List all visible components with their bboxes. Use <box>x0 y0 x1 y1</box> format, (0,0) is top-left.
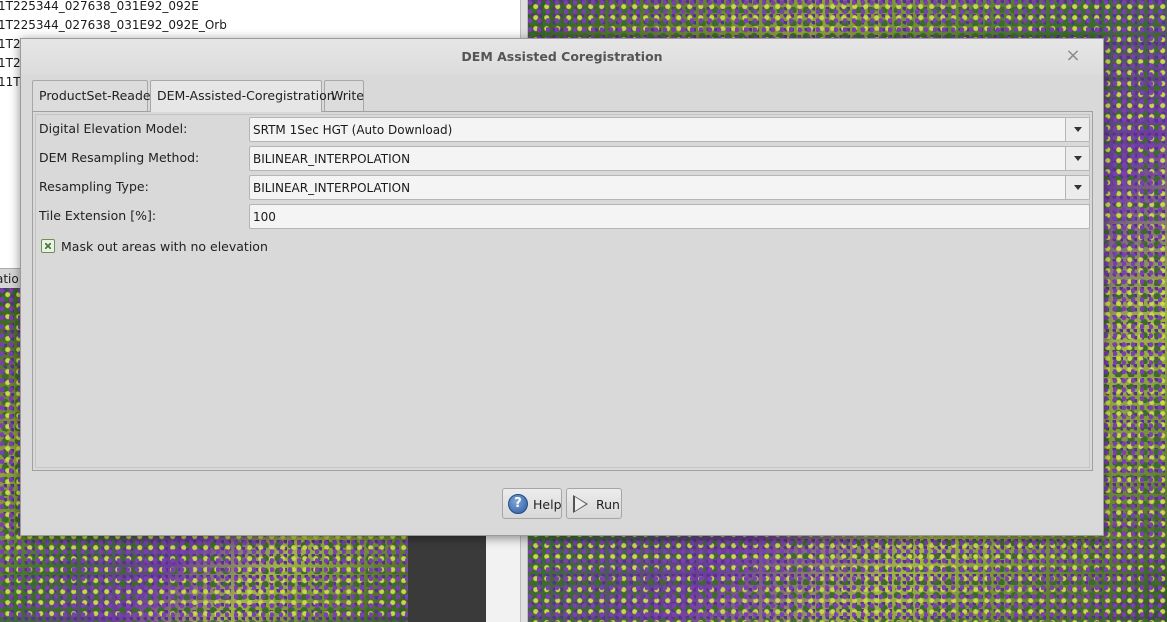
chevron-down-icon[interactable] <box>1065 147 1089 170</box>
run-button-label: Run <box>596 497 620 512</box>
dialog-titlebar[interactable]: DEM Assisted Coregistration × <box>21 39 1103 75</box>
lower-panel-tab[interactable]: atio <box>0 272 19 286</box>
product-list-item[interactable]: 11T <box>0 73 21 92</box>
resampling-type-select[interactable]: BILINEAR_INTERPOLATION <box>249 175 1090 200</box>
run-button[interactable]: Run <box>566 488 622 519</box>
dialog-title: DEM Assisted Coregistration <box>461 49 663 64</box>
dem-label: Digital Elevation Model: <box>39 121 188 136</box>
tab-dem-assisted-coregistration[interactable]: DEM-Assisted-Coregistration <box>150 80 335 112</box>
mask-checkbox-label[interactable]: Mask out areas with no elevation <box>61 239 268 254</box>
dem-resampling-select-value: BILINEAR_INTERPOLATION <box>253 152 411 166</box>
resampling-type-row: Resampling Type: BILINEAR_INTERPOLATION <box>36 175 1090 202</box>
tile-extension-label: Tile Extension [%]: <box>39 208 157 223</box>
resampling-type-select-value: BILINEAR_INTERPOLATION <box>253 181 411 195</box>
chevron-down-icon[interactable] <box>1065 118 1089 141</box>
dem-select[interactable]: SRTM 1Sec HGT (Auto Download) <box>249 117 1090 142</box>
help-button-label: Help <box>533 497 562 512</box>
product-list-item[interactable]: 1T2 <box>0 54 21 73</box>
play-icon <box>573 495 588 513</box>
close-icon[interactable]: × <box>1063 46 1083 66</box>
dem-resampling-select[interactable]: BILINEAR_INTERPOLATION <box>249 146 1090 171</box>
dem-resampling-row: DEM Resampling Method: BILINEAR_INTERPOL… <box>36 146 1090 173</box>
tile-extension-row: Tile Extension [%]: <box>36 204 1090 231</box>
chevron-down-icon[interactable] <box>1065 176 1089 199</box>
tab-productset-reader[interactable]: ProductSet-Reader <box>32 80 156 111</box>
dem-coregistration-dialog: DEM Assisted Coregistration × ProductSet… <box>20 38 1104 536</box>
resampling-type-label: Resampling Type: <box>39 179 149 194</box>
product-list-item[interactable]: 1T225344_027638_031E92_092E <box>0 0 199 16</box>
tile-extension-input[interactable] <box>249 204 1090 229</box>
parameters-panel: Digital Elevation Model: SRTM 1Sec HGT (… <box>32 111 1093 471</box>
dem-select-value: SRTM 1Sec HGT (Auto Download) <box>253 123 453 137</box>
parameters-panel-inner: Digital Elevation Model: SRTM 1Sec HGT (… <box>35 114 1090 468</box>
product-list-item[interactable]: 1T2 <box>0 35 21 54</box>
mask-checkbox[interactable] <box>41 239 55 253</box>
product-list-item[interactable]: 1T225344_027638_031E92_092E_Orb <box>0 16 227 35</box>
dem-row: Digital Elevation Model: SRTM 1Sec HGT (… <box>36 117 1090 144</box>
help-button[interactable]: ? Help <box>502 488 562 519</box>
dem-resampling-label: DEM Resampling Method: <box>39 150 200 165</box>
help-icon: ? <box>508 494 528 514</box>
